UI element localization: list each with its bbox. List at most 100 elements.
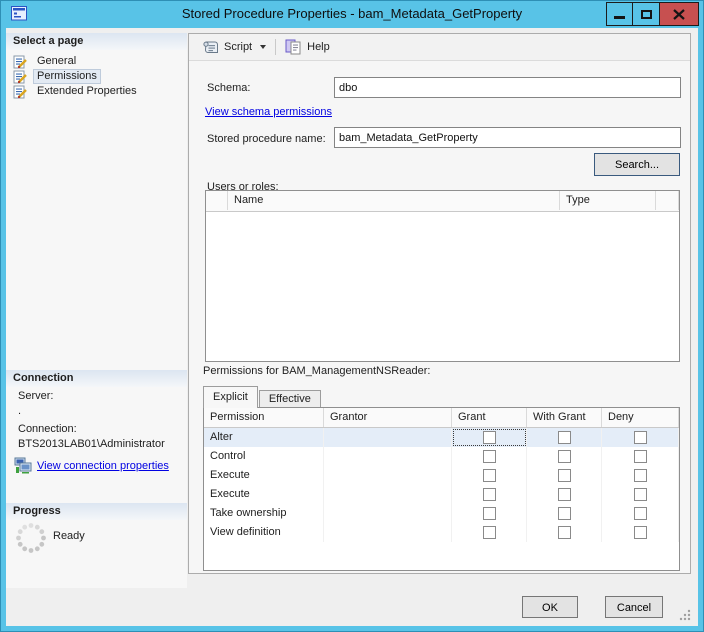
permissions-table-header: PermissionGrantorGrantWith GrantDeny	[204, 408, 679, 428]
close-button[interactable]	[659, 2, 699, 26]
grant-cell	[452, 485, 527, 504]
maximize-button[interactable]	[632, 2, 660, 26]
stored-procedure-name-input[interactable]	[334, 127, 681, 148]
script-icon	[202, 40, 219, 55]
deny-cell	[602, 504, 679, 523]
with-grant-checkbox[interactable]	[558, 431, 571, 444]
search-button[interactable]: Search...	[594, 153, 680, 176]
help-button-label: Help	[307, 41, 330, 53]
permission-name-cell: Alter	[204, 428, 324, 447]
grant-cell	[452, 504, 527, 523]
grantor-cell	[324, 485, 452, 504]
with-grant-checkbox[interactable]	[558, 469, 571, 482]
permission-row[interactable]: Execute	[204, 466, 679, 485]
tab-explicit[interactable]: Explicit	[203, 386, 258, 408]
script-button-label: Script	[224, 41, 252, 53]
permission-row[interactable]: Take ownership	[204, 504, 679, 523]
with-grant-checkbox[interactable]	[558, 450, 571, 463]
permissions-column-header-permission[interactable]: Permission	[204, 408, 324, 427]
with-grant-cell	[527, 466, 602, 485]
permissions-column-header-with-grant[interactable]: With Grant	[527, 408, 602, 427]
ok-button[interactable]: OK	[522, 596, 578, 618]
view-schema-permissions-link[interactable]: View schema permissions	[205, 106, 332, 118]
deny-checkbox[interactable]	[634, 507, 647, 520]
grant-checkbox[interactable]	[483, 526, 496, 539]
tab-effective[interactable]: Effective	[259, 390, 321, 408]
with-grant-checkbox[interactable]	[558, 526, 571, 539]
minimize-button[interactable]	[606, 2, 633, 26]
permission-row[interactable]: Execute	[204, 485, 679, 504]
users-column-header-blank[interactable]	[656, 191, 679, 210]
dialog-window: Stored Procedure Properties - bam_Metada…	[0, 0, 704, 632]
permissions-table-body: AlterControlExecuteExecuteTake ownership…	[204, 428, 679, 542]
permission-row[interactable]: View definition	[204, 523, 679, 542]
with-grant-cell	[527, 523, 602, 542]
users-column-header-type[interactable]: Type	[560, 191, 656, 210]
permission-row[interactable]: Control	[204, 447, 679, 466]
with-grant-cell	[527, 428, 602, 447]
users-column-header-blank[interactable]	[206, 191, 228, 210]
deny-cell	[602, 447, 679, 466]
dropdown-arrow-icon	[260, 45, 266, 49]
permissions-tabs: ExplicitEffective	[203, 387, 322, 408]
sidebar-item-label: Permissions	[34, 70, 100, 83]
deny-cell	[602, 523, 679, 542]
grant-checkbox[interactable]	[483, 450, 496, 463]
page-icon	[13, 70, 29, 84]
grant-checkbox[interactable]	[483, 431, 496, 444]
sidebar-item-general[interactable]: General	[6, 54, 187, 69]
titlebar[interactable]: Stored Procedure Properties - bam_Metada…	[0, 0, 704, 28]
schema-input[interactable]	[334, 77, 681, 98]
permissions-column-header-grantor[interactable]: Grantor	[324, 408, 452, 427]
with-grant-checkbox[interactable]	[558, 488, 571, 501]
with-grant-checkbox[interactable]	[558, 507, 571, 520]
deny-cell	[602, 428, 679, 447]
sidebar-item-permissions[interactable]: Permissions	[6, 69, 187, 84]
permission-name-cell: View definition	[204, 523, 324, 542]
grant-cell	[452, 466, 527, 485]
permissions-for-label: Permissions for BAM_ManagementNSReader:	[203, 365, 430, 377]
users-table-body	[206, 212, 679, 362]
users-column-header-name[interactable]: Name	[228, 191, 560, 210]
script-button[interactable]: Script	[197, 36, 271, 58]
sidebar-item-extended-properties[interactable]: Extended Properties	[6, 84, 187, 99]
deny-checkbox[interactable]	[634, 526, 647, 539]
help-button[interactable]: Help	[280, 36, 335, 58]
grantor-cell	[324, 428, 452, 447]
stored-procedure-name-label: Stored procedure name:	[207, 133, 326, 145]
users-or-roles-table: NameType	[205, 190, 680, 362]
maximize-icon	[641, 10, 652, 19]
permissions-column-header-grant[interactable]: Grant	[452, 408, 527, 427]
toolbar: Script Help	[189, 34, 690, 61]
view-connection-properties-row: View connection properties	[14, 457, 169, 474]
deny-checkbox[interactable]	[634, 431, 647, 444]
select-a-page-header: Select a page	[6, 33, 187, 50]
page-list: General PermissionsExtended Properties	[6, 54, 187, 99]
grant-checkbox[interactable]	[483, 507, 496, 520]
grantor-cell	[324, 447, 452, 466]
dialog-client-area: Select a page General PermissionsExtended…	[6, 28, 698, 626]
deny-checkbox[interactable]	[634, 488, 647, 501]
view-connection-properties-link[interactable]: View connection properties	[37, 460, 169, 472]
sidebar-item-label: General	[34, 55, 79, 68]
network-computer-icon	[14, 457, 32, 474]
with-grant-cell	[527, 504, 602, 523]
permission-name-cell: Take ownership	[204, 504, 324, 523]
deny-checkbox[interactable]	[634, 450, 647, 463]
grant-checkbox[interactable]	[483, 469, 496, 482]
permission-row[interactable]: Alter	[204, 428, 679, 447]
deny-checkbox[interactable]	[634, 469, 647, 482]
progress-header: Progress	[6, 503, 187, 520]
permissions-column-header-deny[interactable]: Deny	[602, 408, 679, 427]
main-panel: Script Help Schema: View sche	[188, 33, 691, 574]
spinner-icon	[14, 521, 48, 555]
sidebar: Select a page General PermissionsExtended…	[6, 33, 187, 588]
server-value: .	[18, 405, 21, 417]
page-icon	[13, 85, 29, 99]
cancel-button[interactable]: Cancel	[605, 596, 663, 618]
grantor-cell	[324, 523, 452, 542]
grantor-cell	[324, 504, 452, 523]
deny-cell	[602, 466, 679, 485]
resize-grip-icon[interactable]	[678, 608, 692, 622]
grant-checkbox[interactable]	[483, 488, 496, 501]
